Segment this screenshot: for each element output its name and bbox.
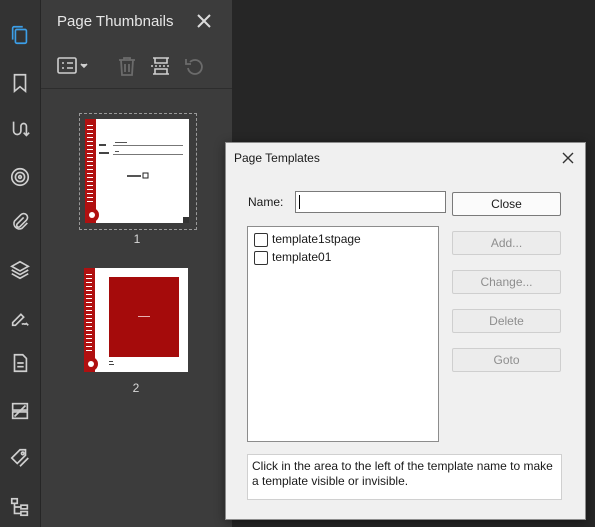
thumbnail-toolbar bbox=[41, 44, 232, 89]
left-toolbar bbox=[0, 0, 41, 527]
template-name: template1stpage bbox=[272, 232, 361, 246]
link-path-icon[interactable] bbox=[4, 113, 36, 145]
dialog-title: Page Templates bbox=[234, 151, 320, 165]
visibility-checkbox[interactable] bbox=[254, 251, 268, 265]
template-list[interactable]: template1stpage template01 bbox=[247, 226, 439, 442]
info-box: Click in the area to the left of the tem… bbox=[247, 454, 562, 500]
delete-button[interactable]: Delete bbox=[452, 309, 561, 333]
page-options-dropdown[interactable] bbox=[53, 52, 93, 80]
crop-page-icon[interactable] bbox=[147, 52, 175, 80]
change-button[interactable]: Change... bbox=[452, 270, 561, 294]
rotate-icon[interactable] bbox=[181, 52, 209, 80]
structure-icon[interactable] bbox=[4, 491, 36, 523]
attachment-icon[interactable] bbox=[4, 206, 36, 238]
add-button[interactable]: Add... bbox=[452, 231, 561, 255]
layers-icon[interactable] bbox=[4, 254, 36, 286]
visibility-checkbox[interactable] bbox=[254, 233, 268, 247]
close-icon[interactable] bbox=[194, 11, 214, 31]
name-input[interactable] bbox=[295, 191, 446, 213]
target-icon[interactable] bbox=[4, 161, 36, 193]
signature-icon[interactable] bbox=[4, 302, 36, 334]
page-templates-dialog: Page Templates Name: template1stpage tem… bbox=[225, 142, 586, 520]
dialog-titlebar[interactable]: Page Templates bbox=[226, 143, 585, 173]
app-window: Page Thumbnails 1 2 Page Templates Name:… bbox=[0, 0, 595, 527]
template-name: template01 bbox=[272, 250, 332, 264]
page-number: 1 bbox=[133, 232, 141, 246]
goto-button[interactable]: Goto bbox=[452, 348, 561, 372]
trash-icon[interactable] bbox=[113, 52, 141, 80]
panel-header: Page Thumbnails bbox=[41, 0, 232, 44]
thumbnail-selection[interactable] bbox=[79, 113, 197, 230]
thumbnails-panel: Page Thumbnails 1 2 bbox=[41, 0, 232, 527]
compare-icon[interactable] bbox=[4, 395, 36, 427]
page-thumbnail[interactable] bbox=[85, 119, 189, 223]
tag-icon[interactable] bbox=[4, 442, 36, 474]
close-button[interactable]: Close bbox=[452, 192, 561, 216]
page-number: 2 bbox=[132, 381, 140, 395]
page-thumbnail[interactable] bbox=[84, 268, 188, 372]
name-label: Name: bbox=[248, 195, 284, 209]
list-item[interactable]: template01 bbox=[254, 248, 434, 266]
panel-title: Page Thumbnails bbox=[57, 13, 174, 30]
bookmark-icon[interactable] bbox=[4, 67, 36, 99]
text-caret bbox=[299, 195, 300, 209]
document-icon[interactable] bbox=[4, 347, 36, 379]
pages-icon[interactable] bbox=[4, 19, 36, 51]
info-text: Click in the area to the left of the tem… bbox=[252, 459, 553, 488]
close-icon[interactable] bbox=[560, 150, 576, 166]
list-item[interactable]: template1stpage bbox=[254, 230, 434, 248]
